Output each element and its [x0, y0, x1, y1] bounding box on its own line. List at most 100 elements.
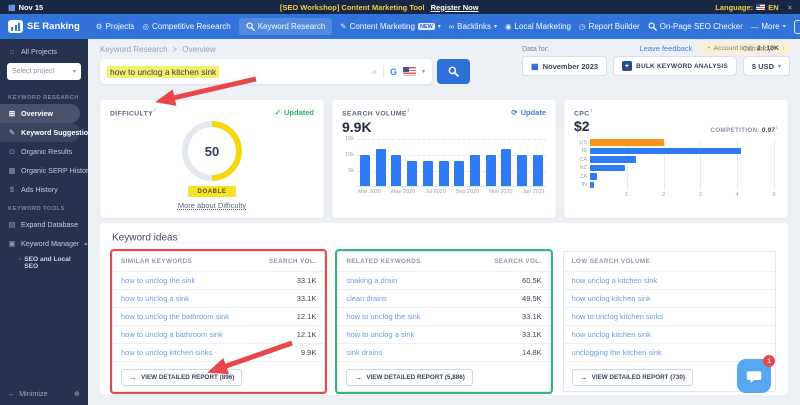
view-detailed-report-button[interactable]: → VIEW DETAILED REPORT (730)	[572, 369, 693, 386]
currency-select[interactable]: $ USD ▾	[743, 56, 790, 76]
globe-icon[interactable]: ⊕	[74, 389, 80, 398]
info-icon[interactable]: i	[408, 108, 410, 114]
register-now-link[interactable]: Register Now	[431, 3, 479, 12]
update-link[interactable]: ⟳ Update	[511, 108, 546, 117]
keyword-link[interactable]: how to unclog the sink	[121, 276, 195, 285]
date-value: November 2023	[543, 62, 598, 71]
nav-item-more[interactable]: — More ▾	[751, 22, 786, 31]
add-project-button[interactable]: +	[794, 20, 800, 34]
sidebar-subitem-seo-and-local-seo[interactable]: · SEO and Local SEO	[0, 253, 88, 273]
keyword-link[interactable]: how to unclog the sink	[346, 312, 420, 321]
table-row[interactable]: how to unclog a bathroom sink12.1K	[113, 325, 324, 343]
nav-item-keyword-research[interactable]: Keyword Research	[239, 18, 333, 35]
chat-bubble-icon	[746, 368, 762, 384]
nav-label: On-Page SEO Checker	[660, 22, 743, 31]
keyword-search-input[interactable]: how to unclog a kitchen sink × G ▾	[100, 59, 432, 84]
keyword-link[interactable]: how unclog a kitchen sink	[572, 276, 657, 285]
bulk-group: + BULK KEYWORD ANALYSIS	[613, 46, 737, 76]
info-icon[interactable]: i	[776, 125, 778, 131]
table-row[interactable]: clean drains49.5K	[338, 289, 549, 307]
breadcrumb-keyword-research[interactable]: Keyword Research	[100, 45, 168, 54]
keyword-link[interactable]: how unclog kitchen sink	[572, 330, 651, 339]
sidebar-section-keyword-tools: KEYWORD TOOLS	[0, 199, 88, 215]
bulk-keyword-analysis-button[interactable]: + BULK KEYWORD ANALYSIS	[613, 56, 737, 76]
info-icon[interactable]: i	[179, 232, 180, 238]
view-detailed-report-button[interactable]: → VIEW DETAILED REPORT (896)	[121, 369, 242, 386]
keyword-link[interactable]: clean drains	[346, 294, 386, 303]
language-switcher[interactable]: Language: EN ×	[715, 3, 792, 12]
search-button[interactable]	[437, 59, 470, 84]
project-select-placeholder: Select project	[12, 68, 54, 75]
info-icon[interactable]: i	[591, 108, 593, 114]
volume-bars	[357, 139, 546, 186]
nav-item-competitive-research[interactable]: ◎ Competitive Research	[142, 22, 230, 31]
nav-item-onpage-seo-checker[interactable]: On-Page SEO Checker	[648, 22, 743, 31]
table-row[interactable]: how to unclog kitchen sinks	[564, 307, 775, 325]
x-tick-label: Mar 2020	[358, 189, 381, 195]
table-row[interactable]: how to unclog kitchen sinks9.9K	[113, 343, 324, 361]
sidebar-item-label: Organic Results	[21, 147, 72, 156]
keyword-link[interactable]: snaking a drain	[346, 276, 397, 285]
minimize-button[interactable]: ← Minimize	[8, 389, 48, 398]
table-row[interactable]: how to unclog the bathroom sink12.1K	[113, 307, 324, 325]
table-row[interactable]: how to unclog a sink33.1K	[113, 289, 324, 307]
keyword-link[interactable]: how to unclog the bathroom sink	[121, 312, 229, 321]
us-flag-icon[interactable]	[403, 67, 416, 76]
brand[interactable]: SE Ranking	[8, 20, 80, 33]
sidebar-item-overview[interactable]: ⊞ Overview	[0, 104, 80, 123]
competition: COMPETITION:0.97i	[710, 125, 778, 134]
sidebar: ⌂ All Projects Select project ▾ KEYWORD …	[0, 39, 88, 405]
keyword-link[interactable]: how to unclog kitchen sinks	[572, 312, 663, 321]
table-row[interactable]: sink drains14.8K	[338, 343, 549, 361]
divider	[383, 65, 384, 78]
updated-status: ✓ Updated	[275, 108, 314, 117]
nav-item-backlinks[interactable]: ∞ Backlinks ▾	[449, 22, 497, 31]
table-row[interactable]: how unclog kitchen sink	[564, 289, 775, 307]
nav-item-content-marketing[interactable]: ✎ Content Marketing NEW ▾	[340, 22, 441, 31]
keyword-link[interactable]: how to unclog kitchen sinks	[121, 348, 212, 357]
sidebar-item-keyword-suggestions[interactable]: ✎ Keyword Suggestions	[0, 123, 80, 142]
sidebar-item-expand-database[interactable]: ▤ Expand Database	[0, 215, 88, 234]
table-row[interactable]: how unclog a kitchen sink	[564, 271, 775, 289]
table-row[interactable]: how unclog kitchen sink	[564, 325, 775, 343]
nav-item-projects[interactable]: ⚙ Projects	[96, 22, 135, 31]
difficulty-card: DIFFICULTYi ✓ Updated 50 DOABLE More abo…	[100, 100, 324, 218]
chat-widget-button[interactable]: 1	[737, 359, 771, 393]
sidebar-item-all-projects[interactable]: ⌂ All Projects	[0, 39, 88, 61]
sidebar-item-ads-history[interactable]: $ Ads History	[0, 180, 88, 199]
similar-keywords-table: SIMILAR KEYWORDS SEARCH VOL. how to uncl…	[112, 251, 325, 392]
competition-value: 0.97	[762, 127, 775, 134]
report-button-label: VIEW DETAILED REPORT (896)	[141, 374, 234, 381]
nav-item-report-builder[interactable]: ◷ Report Builder	[579, 22, 640, 31]
keyword-link[interactable]: how to unclog a sink	[346, 330, 414, 339]
table-row[interactable]: how to unclog the sink33.1K	[338, 307, 549, 325]
project-select[interactable]: Select project ▾	[7, 63, 81, 80]
chevron-down-icon[interactable]: ▾	[422, 68, 425, 75]
difficulty-title: DIFFICULTYi	[110, 108, 156, 117]
keyword-link[interactable]: how to unclog a bathroom sink	[121, 330, 223, 339]
table-row[interactable]: snaking a drain60.5K	[338, 271, 549, 289]
sidebar-item-keyword-manager[interactable]: ▣ Keyword Manager ▴	[0, 234, 88, 253]
arrow-right-icon: →	[580, 373, 588, 382]
table-row[interactable]: how to unclog a sink33.1K	[338, 325, 549, 343]
clear-icon[interactable]: ×	[372, 67, 377, 77]
date-picker-button[interactable]: ▦ November 2023	[522, 56, 607, 76]
keyword-link[interactable]: how to unclog a sink	[121, 294, 189, 303]
info-icon[interactable]: i	[154, 108, 156, 114]
country-label: IN	[574, 182, 590, 188]
check-icon: ✓	[275, 108, 281, 117]
sidebar-item-organic-serp-history[interactable]: ▦ Organic SERP History	[0, 161, 88, 180]
view-detailed-report-button[interactable]: → VIEW DETAILED REPORT (5,886)	[346, 369, 473, 386]
nav-item-local-marketing[interactable]: ◉ Local Marketing	[505, 22, 571, 31]
keyword-link[interactable]: unclogging the kitchen sink	[572, 348, 662, 357]
google-icon[interactable]: G	[390, 67, 397, 77]
calendar-icon: ▦	[8, 166, 16, 175]
table-row[interactable]: how to unclog the sink33.1K	[113, 271, 324, 289]
keyword-link[interactable]: how unclog kitchen sink	[572, 294, 651, 303]
main-nav: SE Ranking ⚙ Projects ◎ Competitive Rese…	[0, 14, 800, 39]
close-icon[interactable]: ×	[788, 3, 792, 12]
keyword-link[interactable]: sink drains	[346, 348, 382, 357]
more-about-difficulty-link[interactable]: More about Difficulty	[110, 201, 314, 210]
sidebar-item-organic-results[interactable]: ⊙ Organic Results	[0, 142, 88, 161]
y-tick-label: 15k	[345, 136, 354, 142]
